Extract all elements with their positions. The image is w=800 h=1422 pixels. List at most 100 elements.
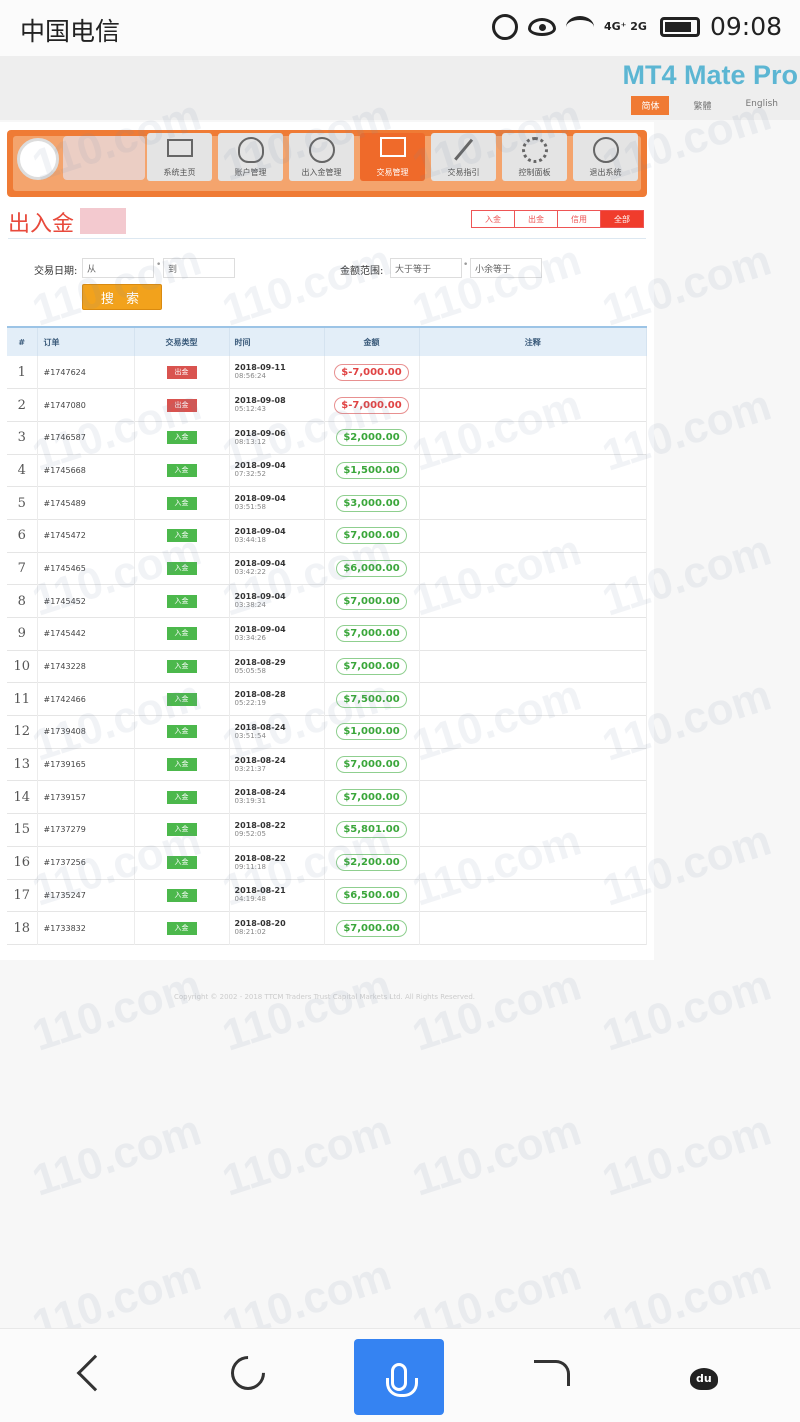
nav-item-account[interactable]: 账户管理	[218, 133, 283, 181]
time: 03:38:24	[234, 601, 266, 610]
lang-traditional[interactable]: 繁體	[683, 96, 721, 115]
language-switcher: 简体 繁體 English	[631, 96, 788, 115]
nav-item-label: 交易管理	[376, 168, 409, 177]
search-button[interactable]: 搜 索	[82, 284, 162, 310]
filter-credit[interactable]: 信用	[557, 210, 601, 228]
order-id: #1745472	[37, 519, 135, 553]
order-id: #1739157	[37, 780, 135, 814]
filter-withdraw[interactable]: 出金	[514, 210, 558, 228]
table-row[interactable]: 10 #1743228 入金 2018-08-29 05:05:58 $7,000.00	[7, 650, 647, 683]
baidu-button[interactable]	[674, 1343, 734, 1403]
amount-cell: $7,000.00	[324, 748, 420, 781]
lang-english[interactable]: English	[736, 96, 789, 115]
date: 2018-08-21	[234, 886, 286, 896]
nav-item-control-panel[interactable]: 控制面板	[502, 133, 567, 181]
table-row[interactable]: 14 #1739157 入金 2018-08-24 03:19:31 $7,000.00	[7, 780, 647, 814]
table-row[interactable]: 18 #1733832 入金 2018-08-20 08:21:02 $7,000.00	[7, 911, 647, 945]
amount-pill: $7,000.00	[336, 625, 407, 643]
table-row[interactable]: 8 #1745452 入金 2018-09-04 03:38:24 $7,000.00	[7, 584, 647, 618]
baidu-paw-icon	[686, 1356, 722, 1390]
table-row[interactable]: 9 #1745442 入金 2018-09-04 03:34:26 $7,000.00	[7, 617, 647, 651]
avatar[interactable]	[17, 138, 59, 180]
order-id: #1746587	[37, 421, 135, 455]
table-row[interactable]: 13 #1739165 入金 2018-08-24 03:21:37 $7,000.00	[7, 748, 647, 781]
amount-max-input[interactable]: 小余等于	[470, 258, 542, 278]
note-cell	[419, 356, 647, 389]
time: 07:32:52	[234, 470, 266, 479]
nav-item-trading[interactable]: 交易管理	[360, 133, 425, 181]
col-type[interactable]: 交易类型	[134, 327, 230, 356]
date: 2018-09-06	[234, 428, 286, 438]
nav-item-guide[interactable]: 交易指引	[431, 133, 496, 181]
note-cell	[419, 519, 647, 553]
type-badge: 入金	[166, 921, 197, 935]
col-order[interactable]: 订单	[37, 327, 135, 356]
time-cell: 2018-09-04 03:44:18	[229, 519, 325, 553]
nav-item-home[interactable]: 系统主页	[147, 133, 212, 181]
amount-pill: $1,000.00	[336, 723, 407, 741]
table-row[interactable]: 5 #1745489 入金 2018-09-04 03:51:58 $3,000.00	[7, 486, 647, 520]
time-cell: 2018-08-20 08:21:02	[229, 911, 325, 945]
amount-cell: $1,000.00	[324, 715, 420, 749]
compass-icon	[308, 137, 335, 163]
table-row[interactable]: 3 #1746587 入金 2018-09-06 08:13:12 $2,000.00	[7, 421, 647, 455]
time-cell: 2018-08-28 05:22:19	[229, 682, 325, 716]
amount-label: 金额范围:	[340, 266, 384, 277]
type-badge: 入金	[166, 692, 197, 706]
note-cell	[419, 748, 647, 781]
type-cell: 入金	[134, 682, 230, 716]
date: 2018-08-24	[234, 722, 286, 732]
row-index: 3	[7, 421, 38, 455]
row-index: 14	[7, 780, 38, 814]
date-to-input[interactable]: 到	[163, 258, 235, 278]
table-row[interactable]: 12 #1739408 入金 2018-08-24 03:51:54 $1,000.00	[7, 715, 647, 749]
back-button[interactable]	[60, 1343, 120, 1403]
wifi-icon	[565, 15, 594, 38]
row-index: 2	[7, 388, 38, 422]
amount-pill: $6,000.00	[336, 559, 407, 577]
reload-icon	[223, 1348, 273, 1398]
eye-comfort-icon	[527, 17, 556, 36]
share-button[interactable]	[522, 1343, 582, 1403]
row-index: 4	[7, 454, 38, 487]
lang-simplified[interactable]: 简体	[631, 96, 670, 115]
order-id: #1745668	[37, 454, 135, 487]
row-index: 16	[7, 846, 38, 879]
table-row[interactable]: 7 #1745465 入金 2018-09-04 03:42:22 $6,000.00	[7, 552, 647, 585]
table-row[interactable]: 6 #1745472 入金 2018-09-04 03:44:18 $7,000.00	[7, 519, 647, 553]
table-row[interactable]: 1 #1747624 出金 2018-09-11 08:56:24 $-7,000.00	[7, 356, 647, 389]
type-cell: 入金	[134, 617, 230, 651]
nav-item-logout[interactable]: 退出系统	[573, 133, 638, 181]
table-row[interactable]: 16 #1737256 入金 2018-08-22 09:11:18 $2,200.00	[7, 846, 647, 879]
amount-pill: $2,200.00	[336, 854, 407, 872]
time-cell: 2018-09-04 03:42:22	[229, 552, 325, 585]
voice-search-button[interactable]	[354, 1339, 444, 1415]
user-icon	[237, 137, 264, 163]
filter-deposit[interactable]: 入金	[471, 210, 515, 228]
time-cell: 2018-08-29 05:05:58	[229, 650, 325, 683]
order-id: #1739408	[37, 715, 135, 749]
type-cell: 入金	[134, 813, 230, 847]
amount-pill: $5,801.00	[336, 821, 407, 839]
date-from-input[interactable]: 从	[82, 258, 154, 278]
nav-item-funds[interactable]: 出入金管理	[289, 133, 354, 181]
table-row[interactable]: 4 #1745668 入金 2018-09-04 07:32:52 $1,500.00	[7, 454, 647, 487]
amount-min-input[interactable]: 大于等于	[390, 258, 462, 278]
col-amount[interactable]: 金额	[324, 327, 420, 356]
reload-button[interactable]	[218, 1343, 278, 1403]
amount-pill: $-7,000.00	[334, 396, 409, 414]
time-cell: 2018-09-04 07:32:52	[229, 454, 325, 487]
table-row[interactable]: 2 #1747080 出金 2018-09-08 05:12:43 $-7,000.00	[7, 388, 647, 422]
amount-cell: $-7,000.00	[324, 388, 420, 422]
table-row[interactable]: 11 #1742466 入金 2018-08-28 05:22:19 $7,500.00	[7, 682, 647, 716]
filter-all[interactable]: 全部	[600, 210, 644, 228]
time-cell: 2018-08-22 09:11:18	[229, 846, 325, 879]
time-cell: 2018-08-24 03:51:54	[229, 715, 325, 749]
col-time[interactable]: 时间	[229, 327, 325, 356]
amount-pill: $7,000.00	[336, 592, 407, 610]
table-row[interactable]: 17 #1735247 入金 2018-08-21 04:19:48 $6,500.00	[7, 879, 647, 912]
chart-icon	[379, 137, 406, 157]
table-row[interactable]: 15 #1737279 入金 2018-08-22 09:52:05 $5,801.00	[7, 813, 647, 847]
note-cell	[419, 846, 647, 879]
nav-item-label: 控制面板	[518, 168, 551, 177]
